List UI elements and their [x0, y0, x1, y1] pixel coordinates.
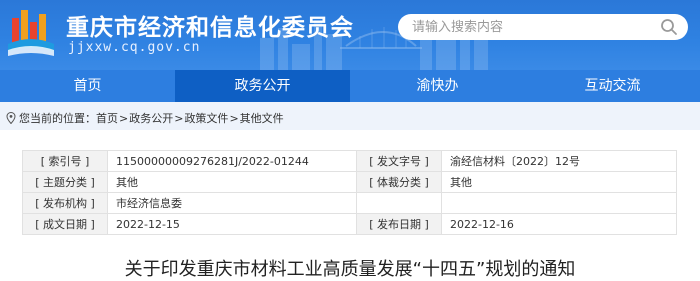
- topic-category-label: [ 主题分类 ]: [22, 171, 108, 193]
- nav-item-home[interactable]: 首页: [0, 70, 175, 102]
- site-title[interactable]: 重庆市经济和信息化委员会: [66, 8, 354, 42]
- document-number-label: [ 发文字号 ]: [356, 150, 442, 172]
- document-info-table: [ 索引号 ] 11500000009276281J/2022-01244 [ …: [22, 150, 677, 235]
- publish-date-value: 2022-12-16: [441, 213, 677, 235]
- breadcrumb: 您当前的位置： 首页 > 政务公开 > 政策文件 > 其他文件: [0, 102, 700, 130]
- breadcrumb-other-documents[interactable]: 其他文件: [240, 110, 284, 126]
- genre-category-label: [ 体裁分类 ]: [356, 171, 442, 193]
- search-input[interactable]: [412, 14, 652, 40]
- search-box: [398, 14, 688, 40]
- written-date-value: 2022-12-15: [107, 213, 357, 235]
- site-header: 重庆市经济和信息化委员会 jjxxw.cq.gov.cn: [0, 0, 700, 70]
- location-pin-icon: [6, 112, 16, 124]
- table-row: [ 索引号 ] 11500000009276281J/2022-01244 [ …: [22, 150, 677, 172]
- empty-label: [356, 192, 442, 214]
- site-domain: jjxxw.cq.gov.cn: [68, 40, 201, 55]
- document-number-value: 渝经信材料〔2022〕12号: [441, 150, 677, 172]
- table-row: [ 主题分类 ] 其他 [ 体裁分类 ] 其他: [22, 171, 677, 193]
- publish-date-label: [ 发布日期 ]: [356, 213, 442, 235]
- breadcrumb-home[interactable]: 首页: [96, 110, 118, 126]
- topic-category-value: 其他: [107, 171, 357, 193]
- publishing-agency-label: [ 发布机构 ]: [22, 192, 108, 214]
- breadcrumb-prefix: 您当前的位置：: [19, 112, 96, 125]
- table-row: [ 发布机构 ] 市经济信息委: [22, 192, 677, 214]
- document-title: 关于印发重庆市材料工业高质量发展“十四五”规划的通知: [124, 259, 576, 280]
- breadcrumb-separator: >: [174, 111, 184, 125]
- breadcrumb-separator: >: [229, 111, 239, 125]
- breadcrumb-policy-documents[interactable]: 政策文件: [184, 110, 228, 126]
- search-icon[interactable]: [660, 18, 678, 36]
- nav-item-interaction[interactable]: 互动交流: [525, 70, 700, 102]
- site-logo[interactable]: [6, 4, 56, 60]
- publishing-agency-value: 市经济信息委: [107, 192, 357, 214]
- written-date-label: [ 成文日期 ]: [22, 213, 108, 235]
- breadcrumb-separator: >: [119, 111, 129, 125]
- empty-value: [441, 192, 677, 214]
- index-number-label: [ 索引号 ]: [22, 150, 108, 172]
- nav-item-yukuaiban[interactable]: 渝快办: [350, 70, 525, 102]
- nav-item-government-affairs[interactable]: 政务公开: [175, 70, 350, 102]
- index-number-value: 11500000009276281J/2022-01244: [107, 150, 357, 172]
- genre-category-value: 其他: [441, 171, 677, 193]
- main-nav: 首页 政务公开 渝快办 互动交流: [0, 70, 700, 102]
- table-row: [ 成文日期 ] 2022-12-15 [ 发布日期 ] 2022-12-16: [22, 213, 677, 235]
- breadcrumb-government-affairs[interactable]: 政务公开: [129, 110, 173, 126]
